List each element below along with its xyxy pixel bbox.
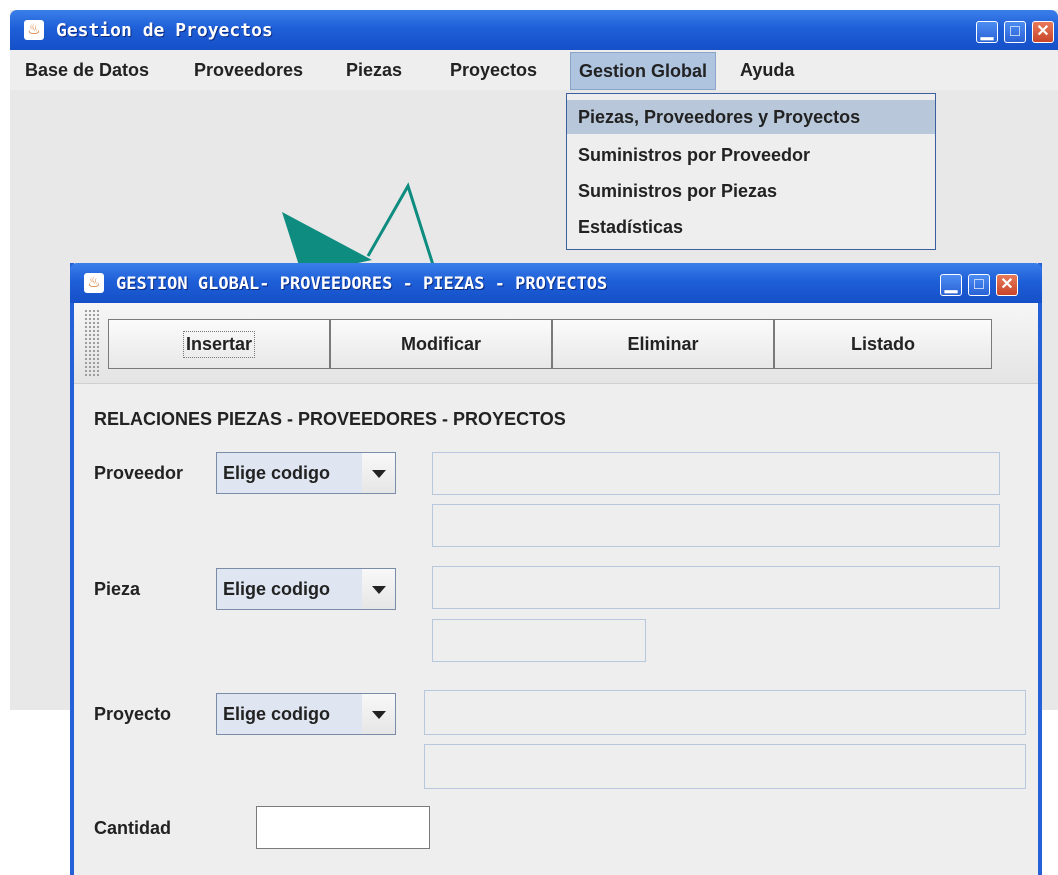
main-titlebar[interactable]: ♨ Gestion de Proyectos ▁ □ ✕ bbox=[10, 10, 1058, 50]
gestion-global-window: ♨ GESTION GLOBAL- PROVEEDORES - PIEZAS -… bbox=[70, 263, 1042, 875]
maximize-icon: □ bbox=[1010, 23, 1020, 40]
maximize-button[interactable]: □ bbox=[1004, 21, 1026, 43]
frame-window-title: GESTION GLOBAL- PROVEEDORES - PIEZAS - P… bbox=[116, 274, 608, 294]
insertar-label: Insertar bbox=[182, 330, 256, 358]
menu-base-de-datos[interactable]: Base de Datos bbox=[25, 50, 149, 90]
pieza-detail-field bbox=[432, 619, 646, 662]
eliminar-label: Eliminar bbox=[627, 333, 699, 354]
minimize-icon: ▁ bbox=[944, 276, 958, 293]
modificar-label: Modificar bbox=[400, 333, 481, 354]
pieza-combo-value: Elige codigo bbox=[217, 569, 363, 609]
insertar-button[interactable]: Insertar bbox=[108, 319, 330, 369]
menu-proveedores[interactable]: Proveedores bbox=[194, 50, 303, 90]
java-cup-icon: ♨ bbox=[84, 273, 104, 293]
menu-item-suministros-por-piezas[interactable]: Suministros por Piezas bbox=[567, 174, 935, 208]
listado-button[interactable]: Listado bbox=[774, 319, 992, 369]
logo-chevron bbox=[366, 182, 436, 269]
proyecto-label: Proyecto bbox=[94, 704, 172, 724]
java-cup-icon: ♨ bbox=[24, 20, 44, 40]
pieza-name-field bbox=[432, 566, 1000, 609]
close-icon: ✕ bbox=[1036, 23, 1050, 40]
main-window-title: Gestion de Proyectos bbox=[56, 20, 273, 41]
menu-item-suministros-por-proveedor[interactable]: Suministros por Proveedor bbox=[567, 138, 935, 172]
toolbar: Insertar Modificar Eliminar Listado bbox=[74, 303, 1038, 384]
frame-close-button[interactable]: ✕ bbox=[996, 274, 1018, 296]
pieza-label: Pieza bbox=[94, 579, 141, 599]
proveedor-label: Proveedor bbox=[94, 463, 184, 483]
proveedor-name-field bbox=[432, 452, 1000, 495]
proyecto-combo[interactable]: Elige codigo bbox=[216, 693, 396, 735]
menu-gestion-global[interactable]: Gestion Global bbox=[570, 52, 717, 90]
minimize-icon: ▁ bbox=[980, 23, 994, 40]
proyecto-name-field bbox=[424, 690, 1026, 735]
maximize-icon: □ bbox=[974, 276, 984, 293]
gestion-global-dropdown: Piezas, Proveedores y Proyectos Suminist… bbox=[566, 93, 936, 250]
cantidad-label: Cantidad bbox=[94, 818, 172, 838]
section-heading: RELACIONES PIEZAS - PROVEEDORES - PROYEC… bbox=[94, 409, 566, 429]
frame-minimize-button[interactable]: ▁ bbox=[940, 274, 962, 296]
close-icon: ✕ bbox=[1000, 276, 1014, 293]
menu-piezas[interactable]: Piezas bbox=[346, 50, 402, 90]
chevron-down-icon[interactable] bbox=[362, 694, 395, 734]
chevron-down-icon[interactable] bbox=[362, 569, 395, 609]
chevron-down-icon[interactable] bbox=[362, 453, 395, 493]
proyecto-combo-value: Elige codigo bbox=[217, 694, 363, 734]
close-button[interactable]: ✕ bbox=[1032, 21, 1054, 43]
frame-maximize-button[interactable]: □ bbox=[968, 274, 990, 296]
menu-item-estadisticas[interactable]: Estadísticas bbox=[567, 210, 935, 244]
frame-titlebar[interactable]: ♨ GESTION GLOBAL- PROVEEDORES - PIEZAS -… bbox=[70, 263, 1042, 303]
eliminar-button[interactable]: Eliminar bbox=[552, 319, 774, 369]
modificar-button[interactable]: Modificar bbox=[330, 319, 552, 369]
listado-label: Listado bbox=[850, 333, 915, 354]
toolbar-grip-handle[interactable] bbox=[84, 309, 100, 377]
proveedor-detail-field bbox=[432, 504, 1000, 547]
proveedor-combo[interactable]: Elige codigo bbox=[216, 452, 396, 494]
pieza-combo[interactable]: Elige codigo bbox=[216, 568, 396, 610]
cantidad-input[interactable] bbox=[256, 806, 430, 849]
menu-item-piezas-proveedores-proyectos[interactable]: Piezas, Proveedores y Proyectos bbox=[567, 100, 935, 134]
menubar: Base de Datos Proveedores Piezas Proyect… bbox=[10, 50, 1058, 90]
menu-proyectos[interactable]: Proyectos bbox=[450, 50, 537, 90]
proveedor-combo-value: Elige codigo bbox=[217, 453, 363, 493]
minimize-button[interactable]: ▁ bbox=[976, 21, 998, 43]
proyecto-detail-field bbox=[424, 744, 1026, 789]
menu-ayuda[interactable]: Ayuda bbox=[740, 50, 794, 90]
